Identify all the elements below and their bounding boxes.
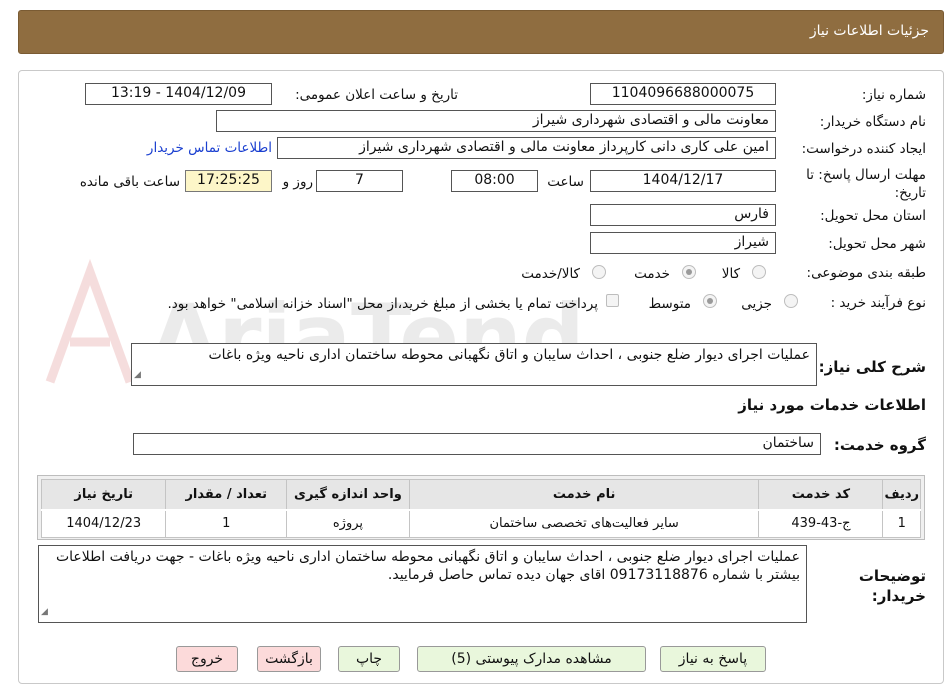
remaining-time-field: 17:25:25 [185,170,272,192]
process-label: نوع فرآیند خرید : [830,295,926,311]
announce-datetime-field[interactable]: 1404/12/09 - 13:19 [85,83,272,105]
city-field[interactable]: شیراز [590,232,776,254]
buyer-notes-textarea[interactable]: عملیات اجرای دیوار ضلع جنوبی ، احداث سای… [38,545,807,623]
deadline-date-field[interactable]: 1404/12/17 [590,170,776,192]
cell-need-date: 1404/12/23 [40,509,167,538]
process-radio-medium[interactable] [703,294,717,308]
need-number-field[interactable]: 1104096688000075 [590,83,776,105]
category-radio-service[interactable] [682,265,696,279]
description-textarea[interactable]: عملیات اجرای دیوار ضلع جنوبی ، احداث سای… [131,343,817,386]
services-heading: اطلاعات خدمات مورد نیاز [738,396,926,414]
remaining-label: ساعت باقی مانده [79,174,180,190]
cell-service-code: ج-43-439 [758,509,884,538]
category-radio-goods[interactable] [752,265,766,279]
services-table: ردیف کد خدمت نام خدمت واحد اندازه گیری ت… [40,479,921,538]
description-text: عملیات اجرای دیوار ضلع جنوبی ، احداث سای… [208,347,810,363]
cell-row-num: 1 [882,509,921,538]
category-label: طبقه بندی موضوعی: [806,265,926,281]
table-row[interactable]: 1 ج-43-439 سایر فعالیت‌های تخصصی ساختمان… [40,509,921,538]
reply-button[interactable]: پاسخ به نیاز [660,646,766,672]
category-option-goods: کالا [721,266,740,282]
payment-note: پرداخت تمام یا بخشی از مبلغ خرید،از محل … [167,296,598,312]
need-number-label: شماره نیاز: [861,87,926,103]
city-label: شهر محل تحویل: [828,236,926,252]
process-radio-minor[interactable] [784,294,798,308]
cell-service-name: سایر فعالیت‌های تخصصی ساختمان [408,509,760,538]
buyer-notes-label: توضیحات خریدار: [858,567,926,605]
province-field[interactable]: فارس [590,204,776,226]
col-header-unit: واحد اندازه گیری [286,479,410,511]
buyer-org-field[interactable]: معاونت مالی و اقتصادی شهرداری شیراز [216,110,776,132]
deadline-label: مهلت ارسال پاسخ: تا تاریخ: [806,167,926,201]
province-label: استان محل تحویل: [820,208,926,224]
deadline-time-label: ساعت [547,174,584,190]
back-button[interactable]: بازگشت [257,646,321,672]
cell-quantity: 1 [165,509,288,538]
cell-unit: پروژه [286,509,410,538]
col-header-service-name: نام خدمت [408,479,760,511]
days-field[interactable]: 7 [316,170,403,192]
buyer-contact-link[interactable]: اطلاعات تماس خریدار [147,140,272,156]
description-label: شرح کلی نیاز: [818,358,926,376]
col-header-row-num: ردیف [882,479,921,511]
services-table-wrap: ردیف کد خدمت نام خدمت واحد اندازه گیری ت… [37,475,925,540]
resize-grip-icon[interactable]: ◢ [134,366,141,384]
col-header-quantity: تعداد / مقدار [165,479,288,511]
buyer-org-label: نام دستگاه خریدار: [819,114,926,130]
creator-label: ایجاد کننده درخواست: [801,141,926,157]
category-option-service: خدمت [634,266,670,282]
creator-field[interactable]: امین علی کاری دانی کارپرداز معاونت مالی … [277,137,776,159]
page-header: جزئيات اطلاعات نياز [18,10,944,54]
page-title: جزئيات اطلاعات نياز [809,23,929,39]
col-header-need-date: تاریخ نیاز [40,479,167,511]
category-option-goods-service: کالا/خدمت [521,266,580,282]
treasury-checkbox[interactable] [606,294,619,307]
exit-button[interactable]: خروج [176,646,238,672]
process-option-medium: متوسط [648,296,691,312]
table-header-row: ردیف کد خدمت نام خدمت واحد اندازه گیری ت… [40,479,921,511]
announce-label: تاریخ و ساعت اعلان عمومی: [295,87,458,103]
resize-grip-icon[interactable]: ◢ [41,603,48,621]
print-button[interactable]: چاپ [338,646,400,672]
buyer-notes-text: عملیات اجرای دیوار ضلع جنوبی ، احداث سای… [55,549,800,583]
service-group-label: گروه خدمت: [833,436,926,454]
category-radio-goods-service[interactable] [592,265,606,279]
process-option-minor: جزیی [741,296,772,312]
deadline-time-field[interactable]: 08:00 [451,170,538,192]
attachments-button[interactable]: مشاهده مدارک پیوستی (5) [417,646,646,672]
service-group-field[interactable]: ساختمان [133,433,821,455]
days-label: روز و [282,174,313,190]
col-header-service-code: کد خدمت [758,479,884,511]
